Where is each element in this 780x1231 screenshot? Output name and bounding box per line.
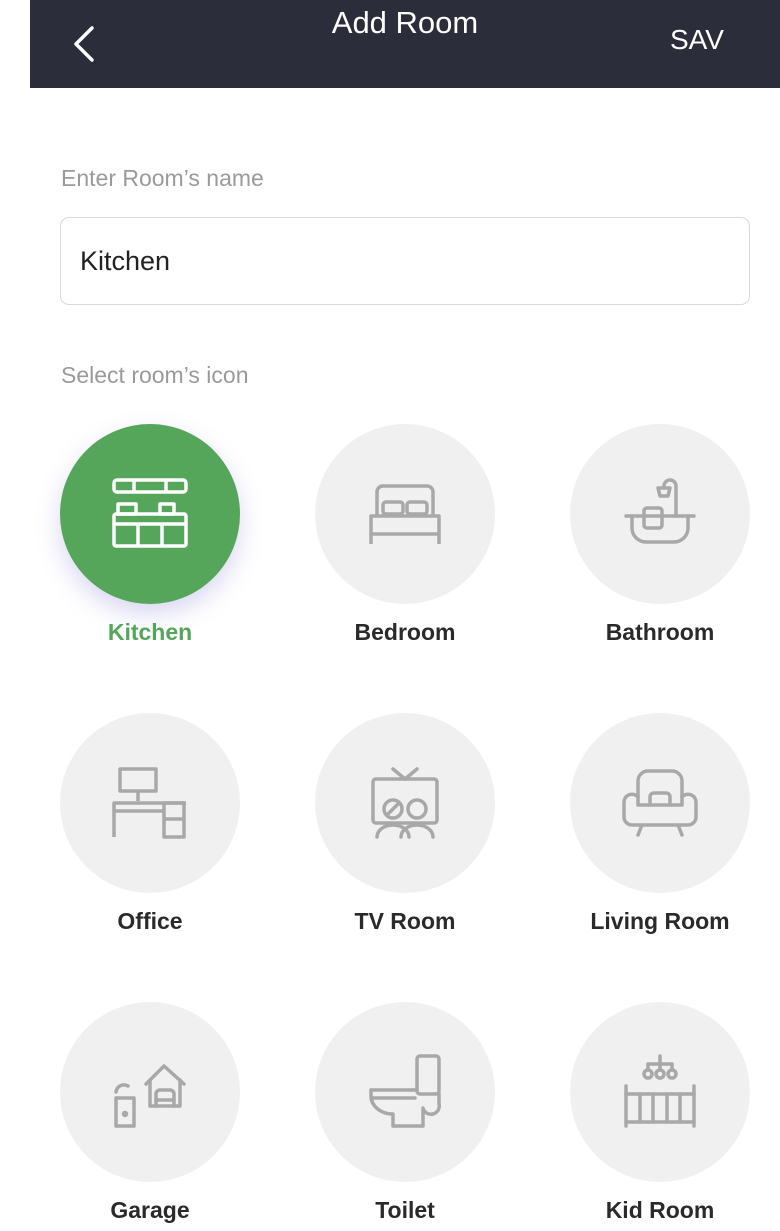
save-button[interactable]: SAV bbox=[670, 22, 724, 58]
crib-icon bbox=[624, 1054, 696, 1128]
room-tile-toilet[interactable]: Toilet bbox=[315, 1002, 495, 1223]
room-tile-garage[interactable]: Garage bbox=[60, 1002, 240, 1223]
garage-icon bbox=[114, 1064, 186, 1128]
room-icon-circle bbox=[60, 713, 240, 893]
room-icon-circle bbox=[570, 713, 750, 893]
room-icon-circle bbox=[570, 1002, 750, 1182]
room-tile-bedroom[interactable]: Bedroom bbox=[315, 424, 495, 645]
page-title: Add Room bbox=[331, 5, 479, 40]
tv-icon bbox=[371, 767, 439, 839]
toilet-icon bbox=[369, 1054, 441, 1128]
room-tile-tv-room[interactable]: TV Room bbox=[315, 713, 495, 934]
room-icon-circle bbox=[315, 424, 495, 604]
room-icon-circle bbox=[60, 1002, 240, 1182]
room-icon-circle bbox=[60, 424, 240, 604]
room-tile-office[interactable]: Office bbox=[60, 713, 240, 934]
desk-icon bbox=[112, 767, 186, 839]
room-tile-kid-room[interactable]: Kid Room bbox=[570, 1002, 750, 1223]
bed-icon bbox=[369, 484, 441, 544]
armchair-icon bbox=[622, 769, 698, 837]
room-tile-bathroom[interactable]: Bathroom bbox=[570, 424, 750, 645]
top-app-bar: Add Room SAV bbox=[30, 0, 780, 88]
room-tile-label: Toilet bbox=[375, 1197, 435, 1223]
room-tile-living-room[interactable]: Living Room bbox=[570, 713, 750, 934]
room-tile-label: Kid Room bbox=[605, 1197, 715, 1223]
room-tile-label: Garage bbox=[110, 1197, 190, 1223]
room-tile-label: Office bbox=[117, 908, 183, 934]
room-icon-circle bbox=[570, 424, 750, 604]
room-icon-label: Select room’s icon bbox=[61, 362, 249, 388]
bathtub-icon bbox=[624, 478, 696, 544]
room-name-label: Enter Room’s name bbox=[61, 165, 264, 191]
room-tile-label: Bathroom bbox=[605, 619, 715, 645]
room-tile-label: TV Room bbox=[354, 908, 456, 934]
room-name-input[interactable] bbox=[60, 217, 750, 305]
room-icon-circle bbox=[315, 1002, 495, 1182]
room-tile-label: Kitchen bbox=[107, 619, 193, 645]
room-icon-circle bbox=[315, 713, 495, 893]
room-tile-kitchen[interactable]: Kitchen bbox=[60, 424, 240, 645]
kitchen-icon bbox=[112, 478, 188, 548]
room-tile-label: Bedroom bbox=[354, 619, 456, 645]
room-tile-label: Living Room bbox=[590, 908, 730, 934]
